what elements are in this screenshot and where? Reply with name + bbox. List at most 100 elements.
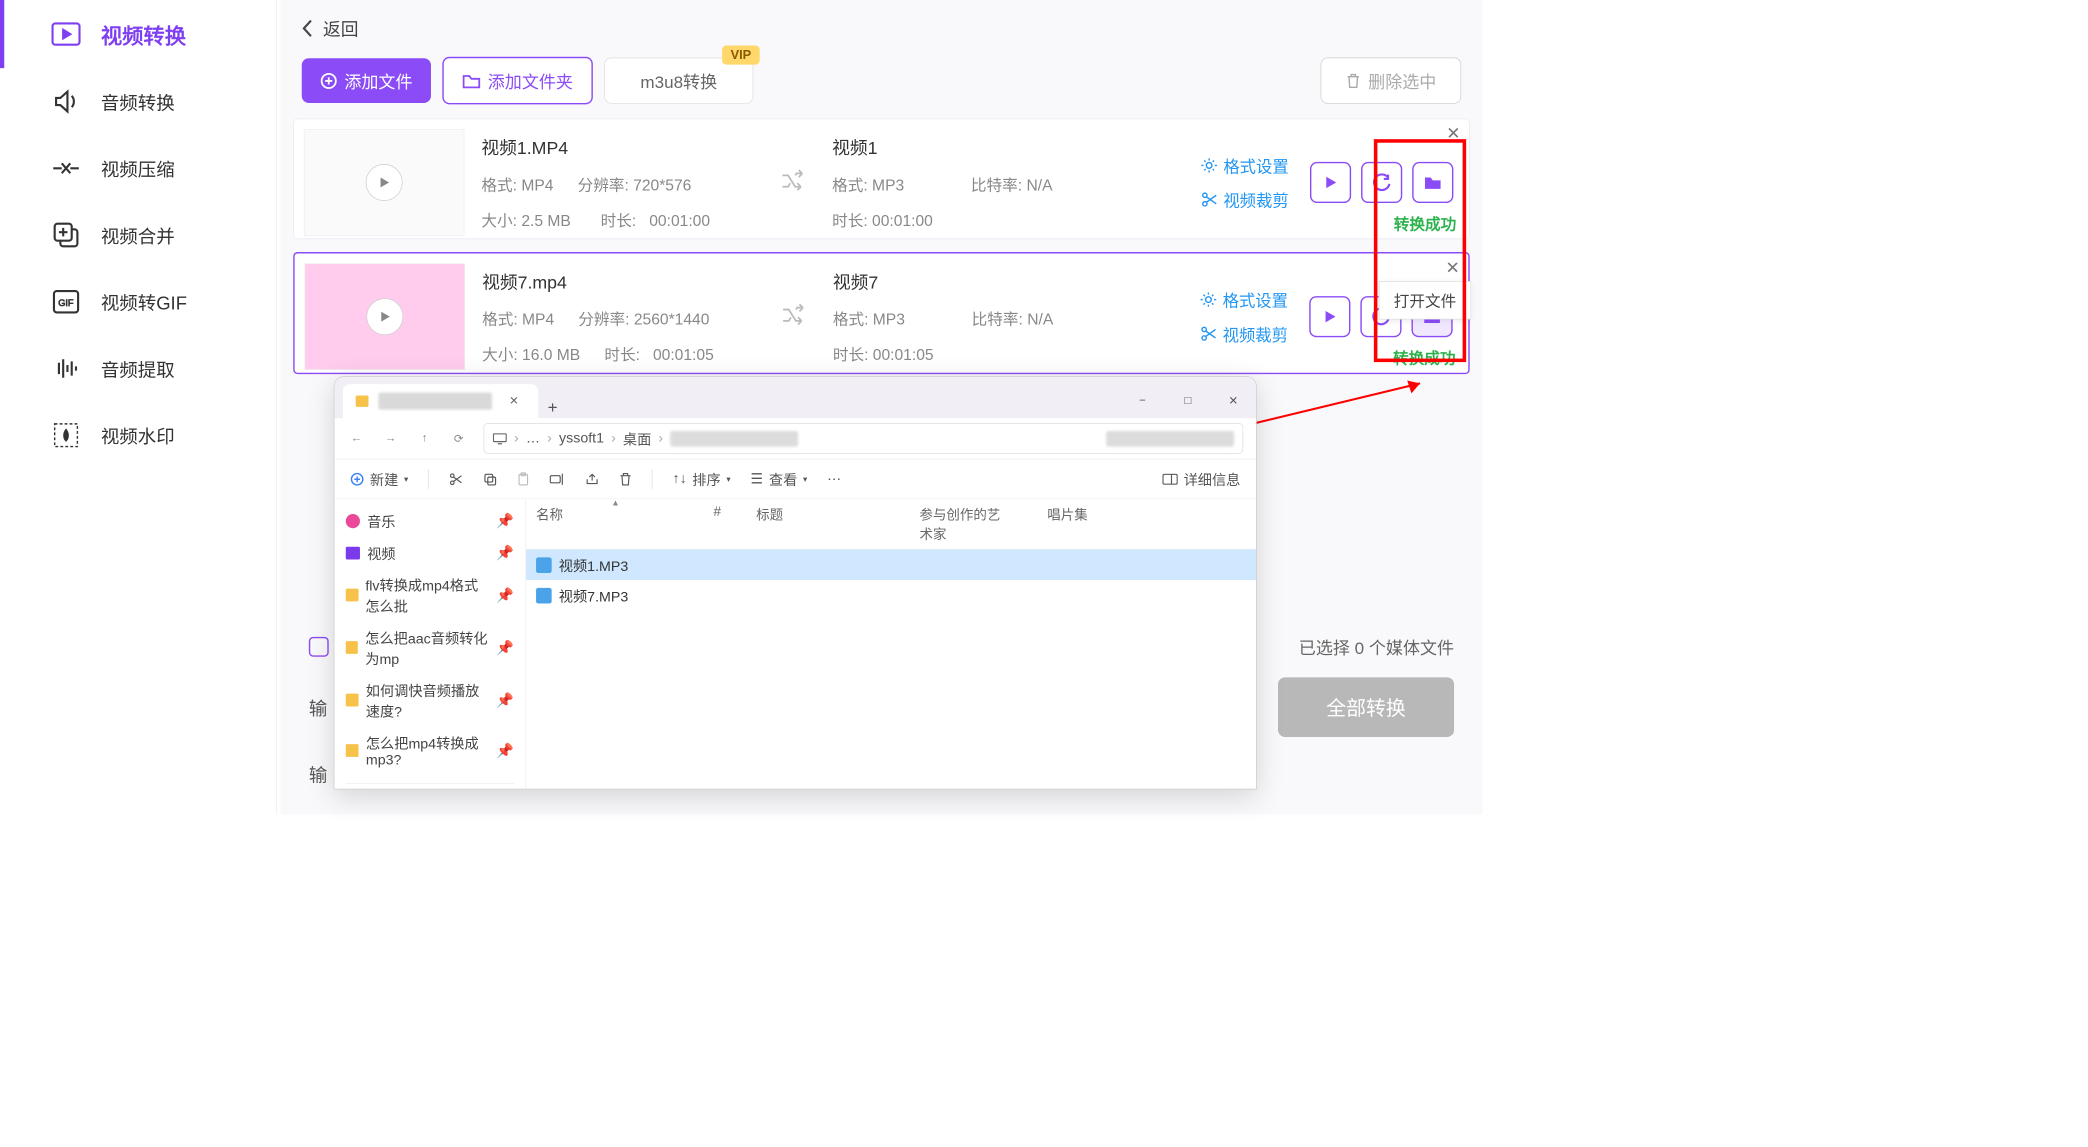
plus-circle-icon bbox=[320, 72, 337, 89]
row-close-button[interactable]: ✕ bbox=[1446, 124, 1460, 145]
rename-button[interactable] bbox=[550, 473, 566, 486]
play-button[interactable] bbox=[1310, 162, 1351, 203]
sidebar-item-audio-convert[interactable]: 音频转换 bbox=[0, 68, 276, 135]
tab-close-button[interactable]: ✕ bbox=[502, 394, 526, 408]
rename-icon bbox=[550, 473, 566, 486]
video-convert-icon bbox=[51, 19, 81, 49]
window-maximize-button[interactable]: □ bbox=[1165, 384, 1210, 418]
sidebar-music[interactable]: 音乐📌 bbox=[334, 505, 525, 537]
play-button[interactable] bbox=[1309, 296, 1350, 337]
explorer-sidebar: 音乐📌 视频📌 flv转换成mp4格式怎么批📌 怎么把aac音频转化为mp📌 如… bbox=[334, 499, 526, 789]
sidebar-folder[interactable]: 怎么把mp4转换成mp3?📌 bbox=[334, 726, 525, 774]
view-button[interactable]: ☰查看▾ bbox=[751, 469, 808, 490]
col-album[interactable]: 唱片集 bbox=[1047, 505, 1132, 543]
nav-forward-button[interactable]: → bbox=[381, 429, 399, 447]
add-folder-button[interactable]: 添加文件夹 bbox=[442, 57, 593, 105]
sidebar-item-video-gif[interactable]: GIF 视频转GIF bbox=[0, 268, 276, 335]
explorer-tab[interactable]: ✕ bbox=[343, 384, 539, 418]
sidebar-item-watermark[interactable]: 视频水印 bbox=[0, 402, 276, 469]
file-item[interactable]: 视频7.MP3 bbox=[526, 580, 1256, 611]
cut-button[interactable] bbox=[449, 472, 463, 486]
nav-refresh-button[interactable]: ⟳ bbox=[449, 429, 467, 447]
sidebar-folder[interactable]: 怎么把aac音频转化为mp📌 bbox=[334, 621, 525, 674]
sidebar-item-video-compress[interactable]: 视频压缩 bbox=[0, 135, 276, 202]
add-folder-label: 添加文件夹 bbox=[488, 68, 573, 93]
nav-back-button[interactable]: ← bbox=[347, 429, 365, 447]
trash-icon bbox=[619, 472, 632, 486]
file-item[interactable]: 视频1.MP3 bbox=[526, 550, 1256, 581]
scissors-icon bbox=[449, 472, 463, 486]
col-name[interactable]: 名称 bbox=[536, 505, 714, 543]
delete-button[interactable] bbox=[619, 472, 632, 486]
convert-arrow-icon bbox=[770, 302, 815, 331]
retry-button[interactable] bbox=[1361, 162, 1402, 203]
sidebar-item-video-merge[interactable]: 视频合并 bbox=[0, 202, 276, 269]
nav-up-button[interactable]: ↑ bbox=[415, 429, 433, 447]
mp3-icon bbox=[536, 588, 552, 604]
dst-bitrate: 比特率: N/A bbox=[972, 307, 1054, 330]
window-minimize-button[interactable]: − bbox=[1120, 384, 1165, 418]
sidebar-label: 视频压缩 bbox=[101, 155, 175, 181]
video-icon bbox=[346, 546, 360, 559]
format-setting-link[interactable]: 格式设置 bbox=[1201, 153, 1289, 177]
video-crop-link[interactable]: 视频裁剪 bbox=[1201, 187, 1289, 211]
explorer-toolbar: 新建▾ ↑↓排序▾ ☰查看▾ ⋯ 详细信息 bbox=[334, 459, 1256, 499]
address-bar[interactable]: ›… ›yssoft1 ›桌面 › bbox=[484, 423, 1244, 454]
breadcrumb[interactable]: yssoft1 bbox=[559, 430, 604, 446]
sidebar-video[interactable]: 视频📌 bbox=[334, 537, 525, 569]
sidebar-item-video-convert[interactable]: 视频转换 bbox=[0, 0, 276, 68]
col-num[interactable]: # bbox=[714, 505, 757, 543]
open-folder-button[interactable] bbox=[1412, 162, 1453, 203]
share-button[interactable] bbox=[585, 473, 599, 486]
select-all-checkbox[interactable] bbox=[309, 637, 329, 657]
sidebar-folder[interactable]: flv转换成mp4格式怎么批📌 bbox=[334, 569, 525, 622]
folder-icon bbox=[462, 73, 480, 89]
sidebar-item-audio-extract[interactable]: 音频提取 bbox=[0, 335, 276, 402]
src-format: 格式: MP4 bbox=[482, 307, 554, 330]
trash-icon bbox=[1345, 72, 1361, 89]
sort-button[interactable]: ↑↓排序▾ bbox=[672, 469, 730, 490]
back-button[interactable]: 返回 bbox=[280, 0, 1482, 50]
new-button[interactable]: 新建▾ bbox=[350, 469, 408, 490]
convert-all-button[interactable]: 全部转换 bbox=[1278, 677, 1454, 737]
scissors-icon bbox=[1201, 191, 1218, 208]
thumbnail[interactable] bbox=[304, 129, 464, 235]
video-crop-link[interactable]: 视频裁剪 bbox=[1200, 322, 1288, 346]
col-artist[interactable]: 参与创作的艺术家 bbox=[919, 505, 1047, 543]
more-button[interactable]: ⋯ bbox=[827, 470, 841, 488]
m3u8-button[interactable]: m3u8转换 VIP bbox=[604, 58, 753, 104]
copy-button[interactable] bbox=[483, 472, 497, 486]
sidebar-folder[interactable]: 如何调快音频播放速度?📌 bbox=[334, 674, 525, 727]
thumbnail[interactable] bbox=[305, 263, 465, 370]
src-size: 大小: 2.5 MB bbox=[481, 208, 570, 231]
paste-button[interactable] bbox=[517, 472, 530, 486]
output-label2: 输 bbox=[309, 761, 327, 787]
sidebar-label: 音频提取 bbox=[101, 355, 175, 381]
row-close-button[interactable]: ✕ bbox=[1445, 258, 1459, 279]
gear-icon bbox=[1200, 291, 1217, 308]
folder-icon bbox=[346, 641, 358, 654]
breadcrumb[interactable]: 桌面 bbox=[623, 428, 651, 449]
column-headers[interactable]: 名称 ▲ # 标题 参与创作的艺术家 唱片集 bbox=[526, 499, 1256, 549]
explorer-navbar: ← → ↑ ⟳ ›… ›yssoft1 ›桌面 › bbox=[334, 418, 1256, 459]
new-tab-button[interactable]: + bbox=[538, 398, 566, 418]
window-close-button[interactable]: ✕ bbox=[1211, 384, 1256, 418]
add-file-button[interactable]: 添加文件 bbox=[302, 58, 431, 103]
folder-icon bbox=[346, 694, 359, 707]
src-res: 分辨率: 2560*1440 bbox=[578, 307, 709, 330]
output-label: 输 bbox=[309, 694, 327, 720]
format-setting-link[interactable]: 格式设置 bbox=[1200, 288, 1288, 312]
explorer-titlebar[interactable]: ✕ + − □ ✕ bbox=[334, 377, 1256, 418]
clipboard-icon bbox=[517, 472, 530, 486]
source-filename: 视频1.MP4 bbox=[481, 134, 752, 160]
sort-arrow-icon: ▲ bbox=[611, 498, 662, 508]
svg-text:GIF: GIF bbox=[58, 298, 74, 308]
source-filename: 视频7.mp4 bbox=[482, 268, 753, 294]
watermark-icon bbox=[51, 420, 81, 450]
delete-selected-button[interactable]: 删除选中 bbox=[1321, 58, 1462, 104]
details-button[interactable]: 详细信息 bbox=[1162, 469, 1240, 490]
media-row[interactable]: ✕ 视频1.MP4 格式: MP4 分辨率: 720*576 大小: 2.5 M… bbox=[293, 119, 1469, 240]
col-title[interactable]: 标题 bbox=[756, 505, 919, 543]
media-row[interactable]: ✕ 视频7.mp4 格式: MP4 分辨率: 2560*1440 大小: 16.… bbox=[293, 252, 1469, 374]
details-icon bbox=[1162, 473, 1178, 484]
